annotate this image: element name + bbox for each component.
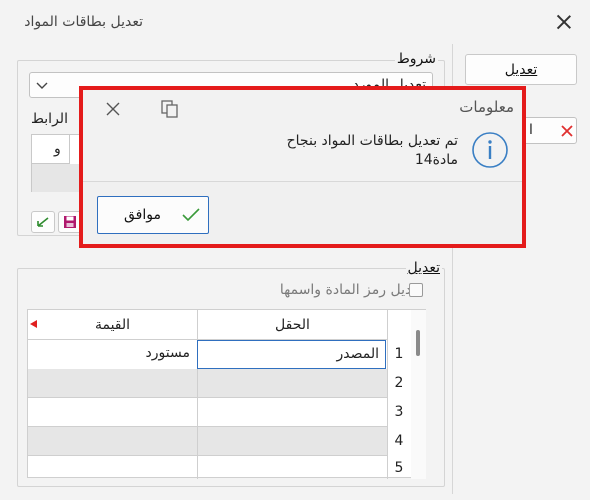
close-window-button[interactable] xyxy=(553,11,575,33)
info-icon xyxy=(472,132,508,168)
row-number: 5 xyxy=(394,460,404,476)
edit-table: القيمة الحقل المصدر مستورد 1 2 3 4 5 xyxy=(27,309,426,479)
table-scrollbar[interactable] xyxy=(411,310,426,479)
table-row[interactable]: المصدر مستورد xyxy=(28,340,387,369)
edit-code-checkbox[interactable] xyxy=(409,283,423,297)
table-row[interactable] xyxy=(28,427,387,456)
edit-button-label: تعديل xyxy=(504,61,538,78)
sort-indicator-icon xyxy=(30,320,37,328)
save-icon xyxy=(64,216,76,228)
link-label: الرابط xyxy=(31,111,68,127)
undo-icon xyxy=(37,217,49,227)
column-header-value[interactable]: القيمة xyxy=(28,310,197,340)
edit-legend: تعديل xyxy=(405,260,442,276)
ok-button[interactable]: موافق xyxy=(97,196,209,234)
ok-button-label: موافق xyxy=(124,207,161,223)
value-cell-text: مستورد xyxy=(145,345,190,361)
conditions-legend-text: شروط xyxy=(396,51,436,67)
error-field[interactable]: ا xyxy=(522,117,577,144)
copy-icon[interactable] xyxy=(160,99,180,119)
link-grid-cell[interactable]: و xyxy=(32,135,70,164)
row-number: 2 xyxy=(394,375,404,391)
table-row[interactable] xyxy=(28,398,387,427)
dialog-message-line1: تم تعديل بطاقات المواد بنجاح xyxy=(286,133,458,149)
row-number: 3 xyxy=(394,404,404,420)
dialog-message-line2: 14مادة xyxy=(414,152,458,168)
edit-button[interactable]: تعديل xyxy=(465,54,577,85)
rownum-divider xyxy=(387,310,388,479)
error-x-icon xyxy=(561,125,573,137)
column-header-field[interactable]: الحقل xyxy=(198,310,387,340)
scrollbar-thumb[interactable] xyxy=(416,330,420,356)
dialog-title: معلومات xyxy=(459,98,514,116)
table-row[interactable] xyxy=(28,369,387,398)
window-title: تعديل بطاقات المواد xyxy=(24,14,143,30)
table-row[interactable] xyxy=(28,456,387,479)
check-icon xyxy=(182,208,200,222)
edit-code-checkbox-label: تعديل رمز المادة واسمها xyxy=(279,282,423,298)
undo-button[interactable] xyxy=(31,211,55,233)
row-number: 1 xyxy=(394,346,404,362)
edit-legend-text: تعديل xyxy=(407,260,441,276)
conditions-legend: شروط xyxy=(394,51,438,67)
link-grid-cell-text: و xyxy=(54,141,61,157)
field-cell-text: المصدر xyxy=(336,346,380,362)
dialog-close-icon[interactable] xyxy=(106,102,120,116)
column-divider xyxy=(197,369,198,479)
chevron-down-icon xyxy=(36,82,48,89)
row-number: 4 xyxy=(394,433,404,449)
error-field-text: ا xyxy=(529,122,533,138)
field-cell-active[interactable]: المصدر xyxy=(197,340,386,369)
